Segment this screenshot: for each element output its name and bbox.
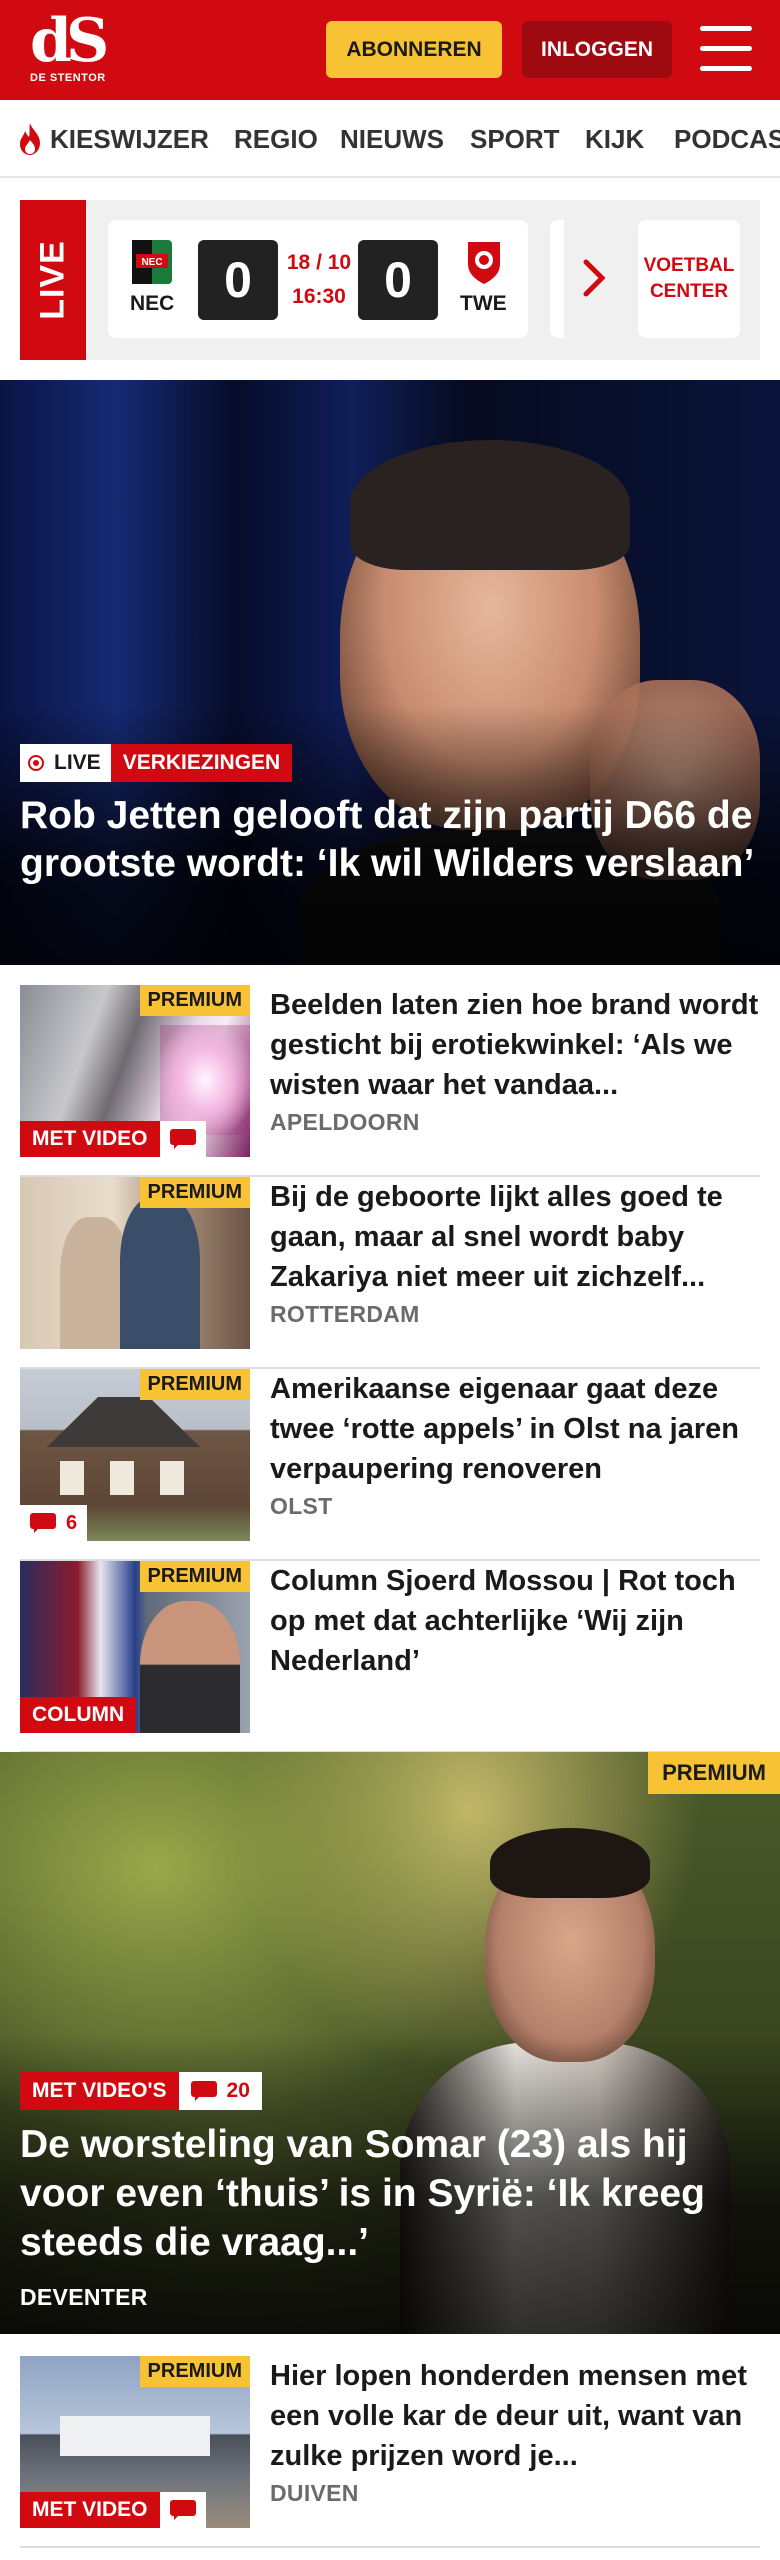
video-badge: MET VIDEO (20, 1121, 160, 1157)
match-date: 18 / 10 (286, 251, 352, 274)
premium-badge: PREMIUM (139, 985, 250, 1016)
logo-name: DE STENTOR (30, 72, 106, 84)
live-badge: LIVE (20, 744, 111, 782)
article-title[interactable]: Amerikaanse eigenaar gaat deze twee ‘rot… (270, 1369, 760, 1489)
article-title[interactable]: Hier lopen honderden mensen met een voll… (270, 2356, 760, 2476)
comment-icon (30, 1513, 56, 1533)
article-title[interactable]: Column Sjoerd Mossou | Rot toch op met d… (270, 1561, 760, 1681)
nec-club-logo: NEC (132, 240, 172, 284)
column-badge: COLUMN (20, 1697, 137, 1733)
article-thumbnail[interactable]: PREMIUM MET VIDEO (20, 2356, 250, 2528)
voetbal-center-link[interactable]: VOETBAL CENTER (638, 220, 740, 338)
video-badge: MET VIDEO'S (20, 2072, 179, 2110)
feature-tags: MET VIDEO'S 20 (20, 2072, 262, 2110)
nav-item-nieuws[interactable]: NIEUWS (340, 124, 444, 155)
chevron-right-icon[interactable] (582, 258, 606, 298)
hero-title[interactable]: Rob Jetten gelooft dat zijn partij D66 d… (20, 792, 760, 888)
article-location: APELDOORN (270, 1109, 420, 1135)
article-item[interactable]: PREMIUM COLUMN Column Sjoerd Mossou | Ro… (20, 1561, 760, 1753)
live-scores-bar: LIVE NEC NEC 0 18 / 10 16:30 0 TWE VOETB… (20, 200, 760, 360)
nav-item-kieswijzer[interactable]: KIESWIJZER (50, 124, 209, 155)
premium-badge: PREMIUM (139, 1177, 250, 1208)
hero-article[interactable]: LIVE VERKIEZINGEN Rob Jetten gelooft dat… (0, 380, 780, 965)
premium-badge: PREMIUM (139, 1561, 250, 1592)
article-location: ROTTERDAM (270, 1301, 420, 1327)
article-thumbnail[interactable]: PREMIUM COLUMN (20, 1561, 250, 1733)
article-location: DUIVEN (270, 2480, 359, 2506)
logo-mark: dS (30, 6, 109, 76)
live-label: LIVE (20, 200, 86, 360)
comment-icon (170, 1129, 196, 1149)
match-time: 16:30 (292, 285, 346, 308)
article-thumbnail[interactable]: PREMIUM 6 (20, 1369, 250, 1541)
article-item[interactable]: PREMIUM MET VIDEO Hier lopen honderden m… (20, 2356, 760, 2548)
site-header: dS DE STENTOR ABONNEREN INLOGGEN (0, 0, 780, 100)
flame-icon (20, 123, 40, 155)
home-score: 0 (198, 240, 278, 320)
nav-item-kijk[interactable]: KIJK (585, 124, 644, 155)
article-thumbnail[interactable]: PREMIUM MET VIDEO (20, 985, 250, 1157)
comments-count: 6 (66, 1511, 78, 1534)
article-item[interactable]: PREMIUM 6 Amerikaanse eigenaar gaat deze… (20, 1369, 760, 1561)
premium-badge: PREMIUM (139, 2356, 250, 2387)
site-logo[interactable]: dS DE STENTOR (30, 6, 112, 88)
nav-item-podcasts[interactable]: PODCASTS (674, 124, 780, 155)
login-button[interactable]: INLOGGEN (522, 21, 672, 78)
hero-tags: LIVE VERKIEZINGEN (20, 744, 293, 782)
premium-badge: PREMIUM (648, 1752, 780, 1794)
premium-badge: PREMIUM (139, 1369, 250, 1400)
comments-badge (160, 1121, 206, 1157)
away-team-name: TWE (460, 292, 507, 315)
article-item[interactable]: PREMIUM Bij de geboorte lijkt alles goed… (20, 1177, 760, 1369)
feature-article[interactable]: PREMIUM MET VIDEO'S 20 De worsteling van… (0, 1752, 780, 2334)
away-score: 0 (358, 240, 438, 320)
comment-icon (170, 2500, 196, 2520)
article-location: OLST (270, 1493, 333, 1519)
feature-location: DEVENTER (20, 2284, 148, 2310)
comment-icon (190, 2081, 217, 2101)
feature-title[interactable]: De worsteling van Somar (23) als hij voo… (20, 2120, 760, 2267)
video-badge: MET VIDEO (20, 2492, 160, 2528)
category-badge: VERKIEZINGEN (110, 744, 293, 782)
svg-text:NEC: NEC (141, 257, 162, 268)
home-team-name: NEC (130, 292, 175, 315)
match-card[interactable]: NEC NEC 0 18 / 10 16:30 0 TWE (108, 220, 528, 338)
nav-item-sport[interactable]: SPORT (470, 124, 560, 155)
twente-club-logo (468, 242, 500, 284)
comments-badge: 20 (178, 2072, 262, 2110)
nav-item-regio[interactable]: REGIO (234, 124, 318, 155)
main-nav: KIESWIJZER REGIO NIEUWS SPORT KIJK PODCA… (0, 100, 780, 178)
match-datetime: 18 / 10 16:30 (284, 246, 354, 314)
comments-badge (160, 2492, 206, 2528)
article-title[interactable]: Beelden laten zien hoe brand wordt gesti… (270, 985, 760, 1105)
article-title[interactable]: Bij de geboorte lijkt alles goed te gaan… (270, 1177, 760, 1297)
next-match-card[interactable] (550, 220, 564, 338)
live-dot-icon (28, 755, 44, 771)
comments-count: 20 (226, 2079, 250, 2102)
subscribe-button[interactable]: ABONNEREN (326, 21, 502, 78)
menu-icon[interactable] (700, 26, 752, 72)
comments-badge: 6 (20, 1505, 88, 1541)
article-item[interactable]: PREMIUM MET VIDEO Beelden laten zien hoe… (20, 985, 760, 1177)
article-thumbnail[interactable]: PREMIUM (20, 1177, 250, 1349)
